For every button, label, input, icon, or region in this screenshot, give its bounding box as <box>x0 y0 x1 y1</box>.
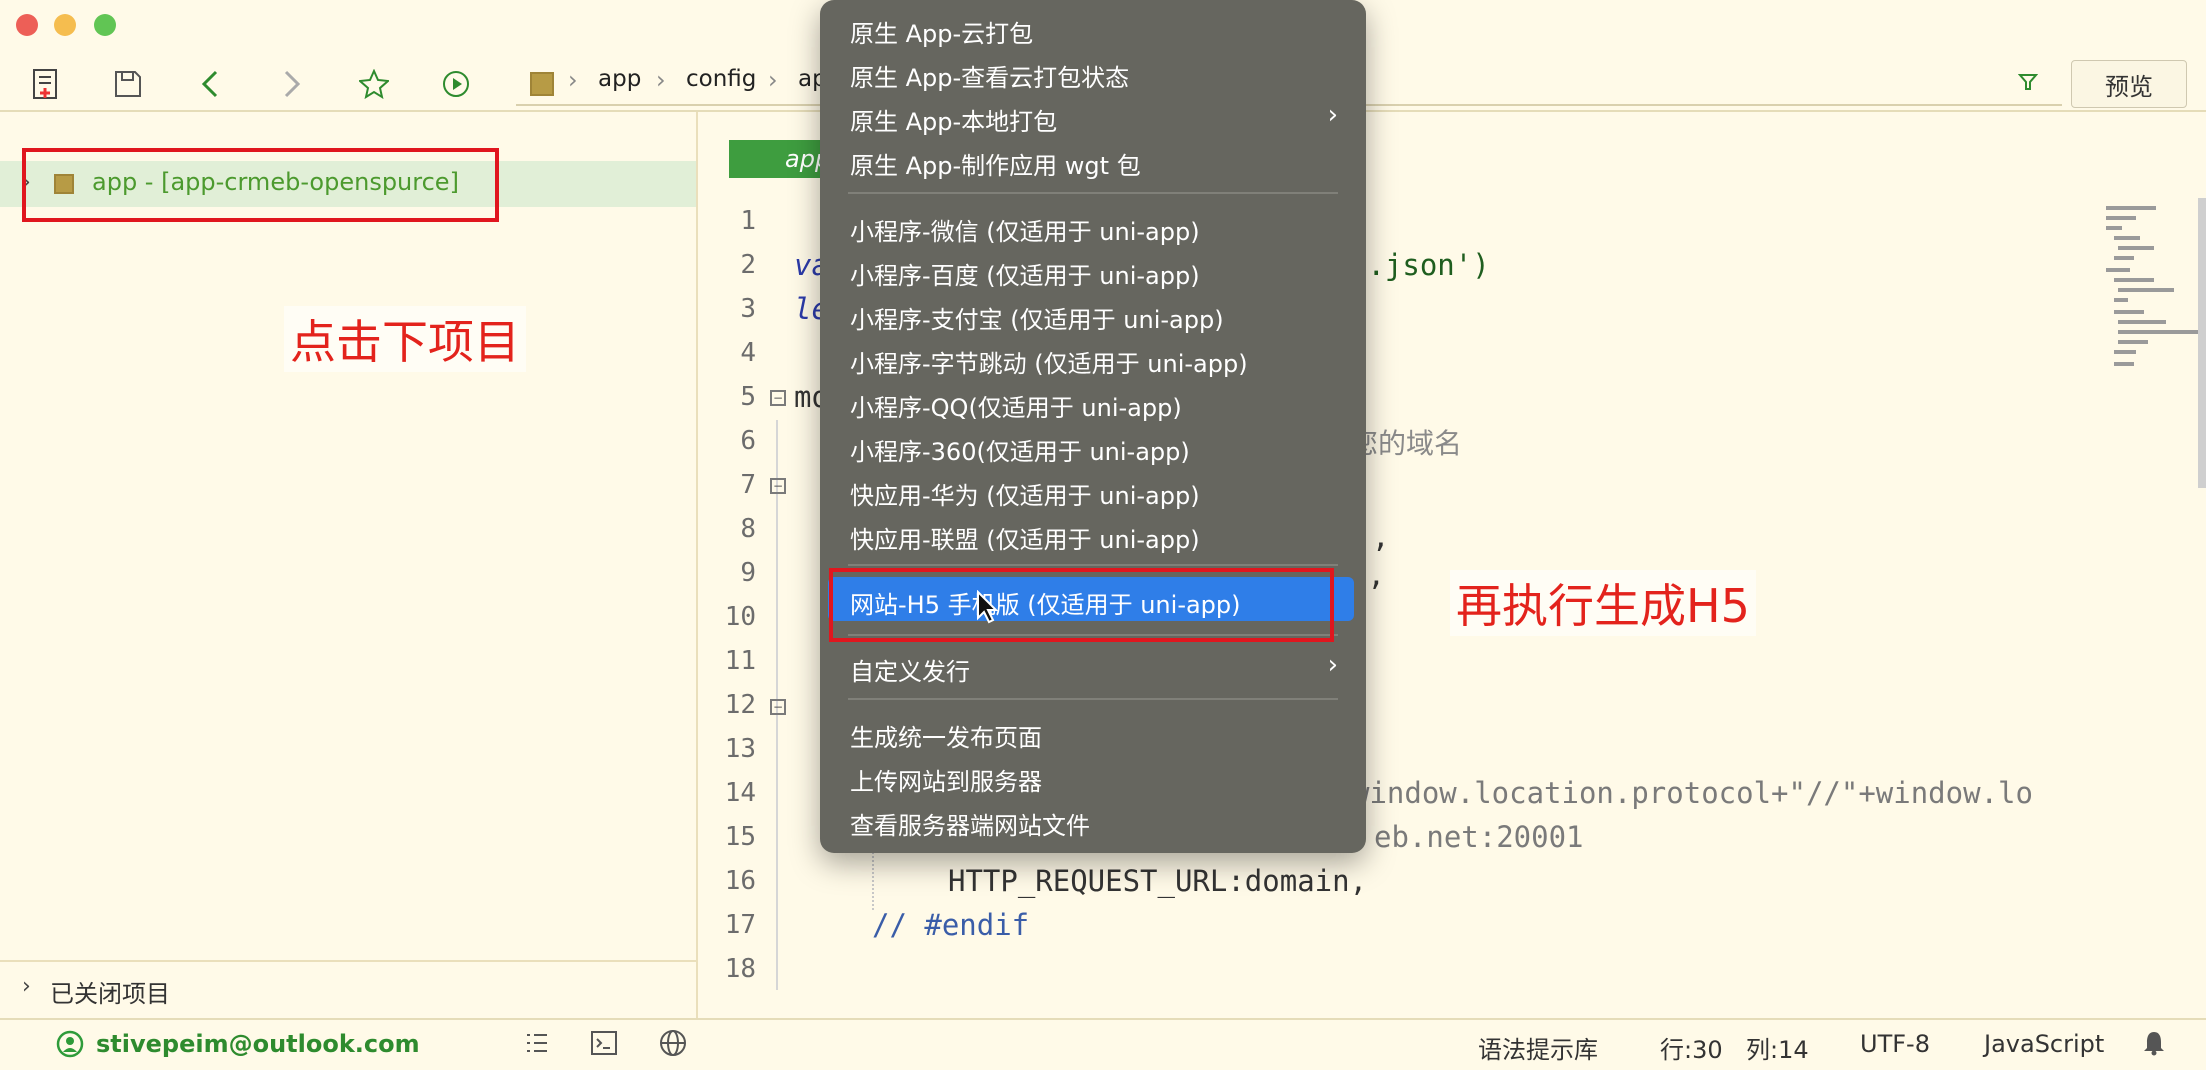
code-fragment-line8[interactable]: , <box>1372 520 1389 554</box>
closed-projects-label[interactable]: 已关闭项目 <box>50 974 170 1009</box>
breadcrumb-item-config[interactable]: config <box>686 66 756 92</box>
account-email[interactable]: stivepeim@outlook.com <box>96 1030 420 1058</box>
highlight-project-box <box>22 148 499 222</box>
fold-icon[interactable]: − <box>770 390 786 406</box>
cursor-col[interactable]: 列:14 <box>1746 1030 1809 1065</box>
star-icon[interactable] <box>354 64 394 104</box>
line-number: 13 <box>724 734 756 764</box>
line-number: 15 <box>724 822 756 852</box>
menu-item-app-local-pack[interactable]: 原生 App-本地打包 <box>850 102 1057 137</box>
menu-item-generate-release-page[interactable]: 生成统一发布页面 <box>850 718 1042 753</box>
new-file-icon[interactable] <box>26 64 66 104</box>
line-number: 18 <box>724 954 756 984</box>
code-fragment-line2[interactable]: n.json') <box>1350 248 1490 282</box>
code-line[interactable]: // #endif <box>872 908 1029 942</box>
annotation-generate-h5: 再执行生成H5 <box>1450 570 1756 636</box>
project-sidebar <box>0 112 698 1018</box>
menu-item-mp-alipay[interactable]: 小程序-支付宝 (仅适用于 uni-app) <box>850 300 1224 335</box>
line-number: 5 <box>740 382 756 412</box>
user-account-icon[interactable] <box>56 1030 84 1062</box>
code-line[interactable]: HTTP_REQUEST_URL:domain, <box>948 864 1367 898</box>
menu-item-mp-360[interactable]: 小程序-360(仅适用于 uni-app) <box>850 432 1190 467</box>
close-window-button[interactable] <box>16 14 38 36</box>
menu-item-app-wgt-pack[interactable]: 原生 App-制作应用 wgt 包 <box>850 146 1141 181</box>
line-number: 14 <box>724 778 756 808</box>
filter-icon[interactable] <box>2017 72 2039 96</box>
menu-item-mp-baidu[interactable]: 小程序-百度 (仅适用于 uni-app) <box>850 256 1200 291</box>
menu-item-quickapp-huawei[interactable]: 快应用-华为 (仅适用于 uni-app) <box>850 476 1200 511</box>
line-number: 17 <box>724 910 756 940</box>
line-number: 2 <box>740 250 756 280</box>
menu-item-custom-publish[interactable]: 自定义发行 <box>850 652 970 687</box>
code-fragment-line14[interactable]: window.location.protocol+"//"+window.lo <box>1352 776 2033 810</box>
code-fragment-line15[interactable]: eb.net:20001 <box>1374 820 1584 854</box>
line-number: 9 <box>740 558 756 588</box>
preview-button[interactable]: 预览 <box>2071 60 2187 108</box>
mouse-cursor-icon <box>976 589 999 628</box>
submenu-arrow-icon: › <box>1327 650 1338 680</box>
globe-icon[interactable] <box>658 1028 688 1062</box>
save-icon[interactable] <box>108 64 148 104</box>
line-number: 16 <box>724 866 756 896</box>
syntax-library-label[interactable]: 语法提示库 <box>1478 1030 1598 1065</box>
line-number: 10 <box>724 602 756 632</box>
language-mode[interactable]: JavaScript <box>1984 1030 2104 1058</box>
cursor-row[interactable]: 行:30 <box>1660 1030 1723 1065</box>
line-number: 3 <box>740 294 756 324</box>
submenu-arrow-icon: › <box>1327 100 1338 130</box>
menu-item-app-cloud-status[interactable]: 原生 App-查看云打包状态 <box>850 58 1129 93</box>
project-icon <box>530 72 554 96</box>
line-number: 7 <box>740 470 756 500</box>
editor-scrollbar[interactable] <box>2198 198 2206 488</box>
publish-context-menu: 原生 App-云打包 原生 App-查看云打包状态 原生 App-本地打包 › … <box>820 0 1366 853</box>
highlight-h5-box <box>829 568 1334 642</box>
menu-item-view-server-files[interactable]: 查看服务器端网站文件 <box>850 806 1090 841</box>
chevron-right-icon: › <box>568 66 578 94</box>
chevron-right-icon: › <box>656 66 666 94</box>
menu-item-mp-qq[interactable]: 小程序-QQ(仅适用于 uni-app) <box>850 388 1182 423</box>
chevron-right-icon: › <box>768 66 778 94</box>
menu-separator <box>848 192 1338 194</box>
line-number: 1 <box>740 206 756 236</box>
menu-item-mp-toutiao[interactable]: 小程序-字节跳动 (仅适用于 uni-app) <box>850 344 1248 379</box>
line-number: 12 <box>724 690 756 720</box>
run-icon[interactable] <box>436 64 476 104</box>
menu-item-upload-site[interactable]: 上传网站到服务器 <box>850 762 1042 797</box>
line-number: 6 <box>740 426 756 456</box>
annotation-click-project: 点击下项目 <box>284 306 526 372</box>
line-number: 8 <box>740 514 756 544</box>
bell-icon[interactable] <box>2142 1030 2166 1060</box>
menu-item-mp-weixin[interactable]: 小程序-微信 (仅适用于 uni-app) <box>850 212 1200 247</box>
forward-icon[interactable] <box>272 64 312 104</box>
chevron-right-icon[interactable]: › <box>22 974 31 999</box>
menu-item-quickapp-union[interactable]: 快应用-联盟 (仅适用于 uni-app) <box>850 520 1200 555</box>
back-icon[interactable] <box>190 64 230 104</box>
breadcrumb-item-app[interactable]: app <box>598 66 641 92</box>
line-number: 11 <box>724 646 756 676</box>
code-fragment-line6[interactable]: 您的域名 <box>1350 422 1462 462</box>
menu-item-app-cloud-pack[interactable]: 原生 App-云打包 <box>850 14 1033 49</box>
terminal-icon[interactable] <box>590 1030 618 1060</box>
menu-separator <box>848 698 1338 700</box>
menu-separator <box>848 564 1338 566</box>
fold-icon[interactable]: − <box>770 699 786 715</box>
maximize-window-button[interactable] <box>94 14 116 36</box>
list-icon[interactable] <box>524 1030 550 1060</box>
minimap[interactable] <box>2104 198 2204 378</box>
minimize-window-button[interactable] <box>54 14 76 36</box>
fold-icon[interactable]: − <box>770 478 786 494</box>
line-number: 4 <box>740 338 756 368</box>
encoding-label[interactable]: UTF-8 <box>1860 1030 1930 1058</box>
